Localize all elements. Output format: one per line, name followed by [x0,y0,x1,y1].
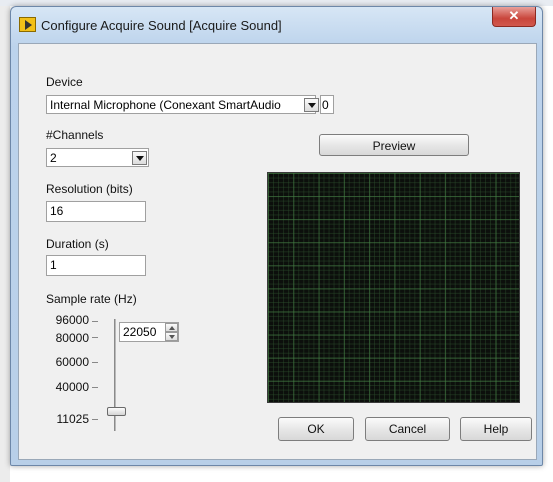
dialog-client-area: Device Internal Microphone (Conexant Sma… [18,43,537,460]
device-index-value: 0 [322,98,329,112]
device-dropdown-button[interactable] [304,98,319,112]
tick-mark [92,419,98,420]
preview-button[interactable]: Preview [319,134,469,156]
preview-graph [267,172,520,403]
channels-dropdown-button[interactable] [132,151,147,165]
resolution-value: 16 [50,204,64,218]
tick-mark [92,321,98,322]
window-title: Configure Acquire Sound [Acquire Sound] [41,18,282,33]
help-button[interactable]: Help [460,417,532,441]
tick-label-60000: 60000 [55,355,89,369]
tick-label-80000: 80000 [55,331,89,345]
device-label: Device [46,75,83,89]
channels-label: #Channels [46,128,104,142]
tick-mark [92,387,98,388]
dialog-window: Configure Acquire Sound [Acquire Sound] … [10,6,543,466]
sample-rate-label: Sample rate (Hz) [46,292,137,306]
resolution-field[interactable]: 16 [46,201,146,222]
close-button[interactable]: ✕ [492,7,536,27]
tick-label-40000: 40000 [55,380,89,394]
increment-arrow-icon[interactable] [165,323,178,332]
labview-express-vi-icon [19,17,36,32]
device-select-value: Internal Microphone (Conexant SmartAudio [50,98,281,112]
screen: Configure Acquire Sound [Acquire Sound] … [0,0,553,482]
tick-label-11025: 11025 [56,412,89,426]
resolution-label: Resolution (bits) [46,182,133,196]
decrement-arrow-icon[interactable] [165,332,178,341]
tick-mark [92,362,98,363]
device-select[interactable]: Internal Microphone (Conexant SmartAudio [46,95,316,114]
device-index-field[interactable]: 0 [320,95,334,114]
sample-rate-value: 22050 [123,325,157,339]
tick-label-96000: 96000 [55,313,89,327]
ok-button[interactable]: OK [278,417,354,441]
tick-mark [92,337,98,338]
duration-field[interactable]: 1 [46,255,146,276]
duration-value: 1 [50,258,57,272]
cancel-button[interactable]: Cancel [365,417,450,441]
title-bar[interactable]: Configure Acquire Sound [Acquire Sound] … [11,7,542,43]
channels-select-value: 2 [50,151,57,165]
duration-label: Duration (s) [46,237,109,251]
background-window-edge [0,6,10,482]
sample-rate-slider-thumb[interactable] [107,407,126,416]
